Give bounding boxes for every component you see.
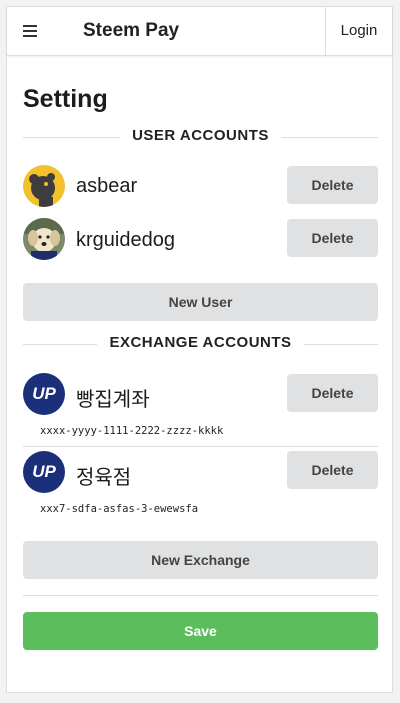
exchange-row: UP 빵집계좌 Delete xxxx-yyyy-1111-2222-zzzz-… bbox=[23, 373, 378, 443]
user-row: asbear Delete bbox=[23, 165, 378, 207]
app-title: Steem Pay bbox=[83, 20, 180, 41]
exchange-name: 정육점 bbox=[76, 467, 132, 489]
exchange-account-id: xxxx-yyyy-1111-2222-zzzz-kkkk bbox=[40, 425, 224, 437]
new-exchange-button[interactable]: New Exchange bbox=[23, 541, 378, 579]
user-accounts-divider: USER ACCOUNTS bbox=[23, 127, 378, 147]
app-frame: Steem Pay Login Setting USER ACCOUNTS as… bbox=[6, 6, 393, 693]
exchange-accounts-heading: EXCHANGE ACCOUNTS bbox=[97, 334, 304, 351]
user-name: krguidedog bbox=[76, 229, 175, 251]
top-bar: Steem Pay Login bbox=[7, 7, 392, 56]
user-row: krguidedog Delete bbox=[23, 218, 378, 260]
delete-exchange-button[interactable]: Delete bbox=[287, 374, 378, 412]
user-name: asbear bbox=[76, 175, 138, 197]
delete-user-button[interactable]: Delete bbox=[287, 219, 378, 257]
exchange-name: 빵집계좌 bbox=[76, 389, 150, 411]
dog-avatar bbox=[23, 218, 65, 260]
save-divider bbox=[23, 595, 378, 596]
page-title: Setting bbox=[23, 85, 108, 113]
exchange-row: UP 정육점 Delete xxx7-sdfa-asfas-3-ewewsfa bbox=[23, 451, 378, 521]
bear-avatar bbox=[23, 165, 65, 207]
exchange-account-id: xxx7-sdfa-asfas-3-ewewsfa bbox=[40, 503, 199, 515]
delete-user-button[interactable]: Delete bbox=[287, 166, 378, 204]
row-divider bbox=[23, 446, 378, 447]
new-user-button[interactable]: New User bbox=[23, 283, 378, 321]
exchange-logo-icon: UP bbox=[23, 373, 65, 415]
exchange-logo-icon: UP bbox=[23, 451, 65, 493]
hamburger-icon[interactable] bbox=[23, 25, 37, 37]
user-accounts-heading: USER ACCOUNTS bbox=[120, 127, 281, 144]
login-button[interactable]: Login bbox=[325, 7, 392, 55]
delete-exchange-button[interactable]: Delete bbox=[287, 451, 378, 489]
exchange-accounts-divider: EXCHANGE ACCOUNTS bbox=[23, 334, 378, 354]
save-button[interactable]: Save bbox=[23, 612, 378, 650]
